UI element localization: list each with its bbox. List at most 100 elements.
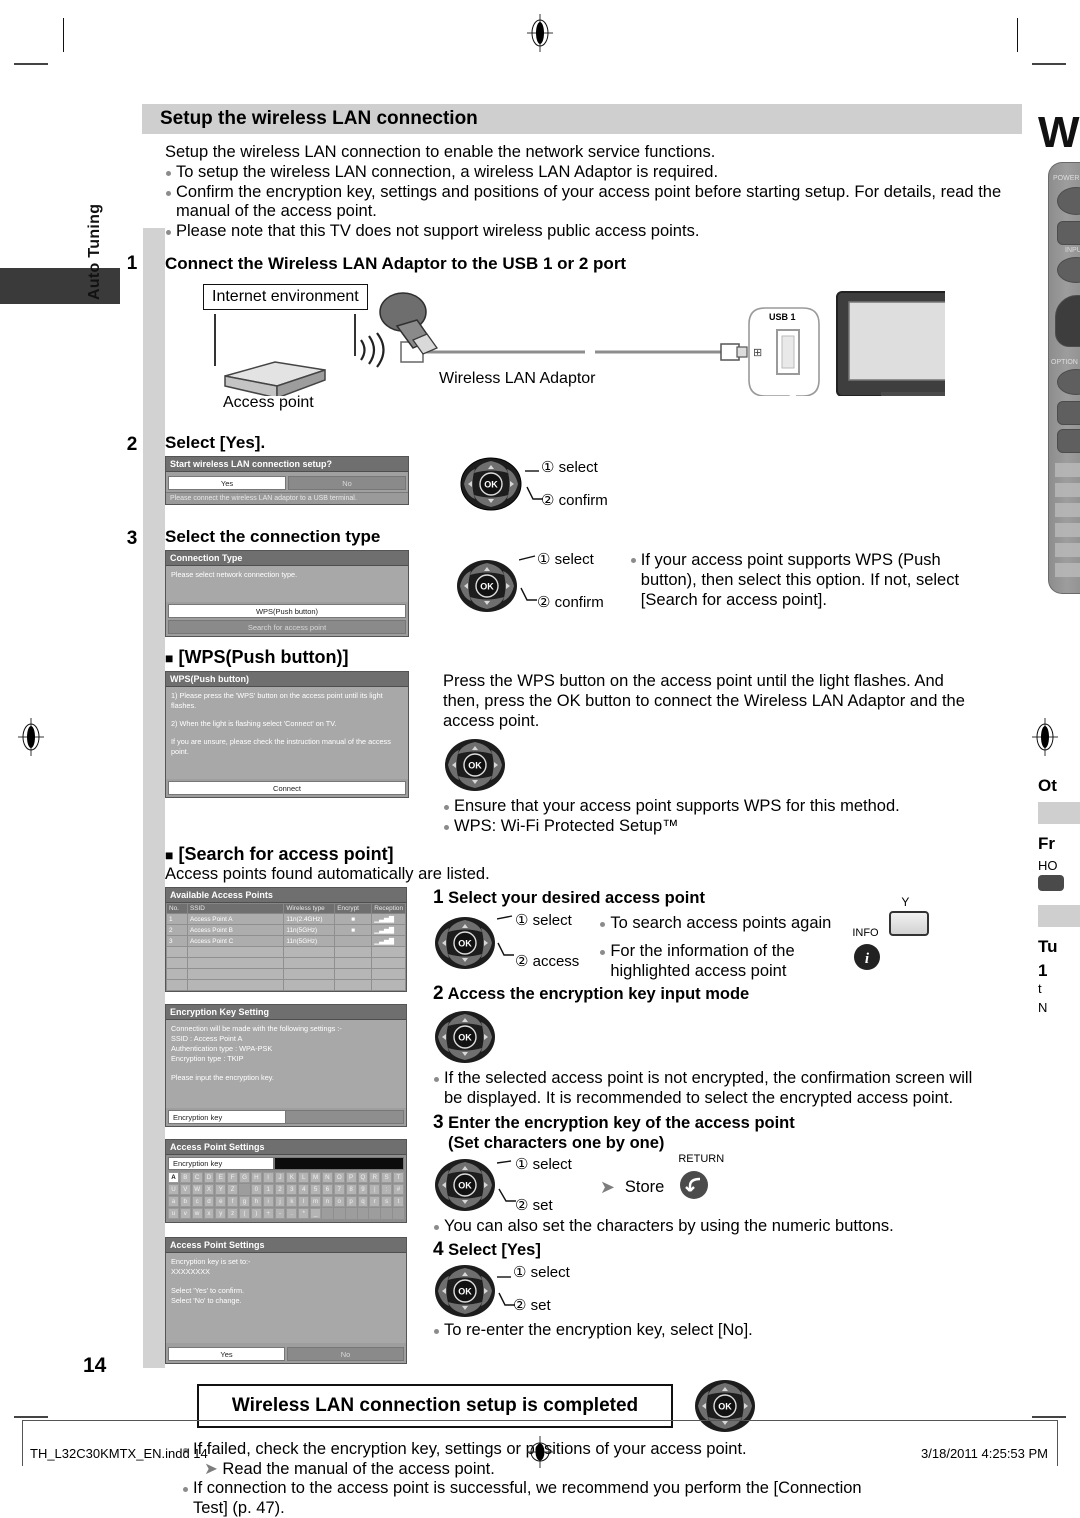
keyboard-key[interactable]: m xyxy=(310,1196,321,1207)
encryption-key-field-label[interactable]: Encryption key xyxy=(168,1110,286,1124)
keyboard-row[interactable]: U V W X Y Z 0 1 2 3 4 5 6 7 8 9 |: # xyxy=(168,1184,404,1195)
osd-option-search[interactable]: Search for access point xyxy=(168,620,406,634)
signal-icon: ▁▃▅▇ xyxy=(371,924,406,936)
keyboard-key[interactable]: 6 xyxy=(321,1184,333,1195)
keyboard-key[interactable]: ( xyxy=(239,1208,250,1219)
keyboard-key[interactable]: A xyxy=(168,1172,179,1183)
substep-1-note-1: To search access points again xyxy=(599,914,885,934)
keyboard-key[interactable]: o xyxy=(333,1196,345,1207)
keyboard-key[interactable]: 9 xyxy=(357,1184,369,1195)
keyboard-key[interactable]: # xyxy=(393,1184,404,1195)
keyboard-key[interactable]: V xyxy=(179,1184,191,1195)
keyboard-key[interactable]: Z xyxy=(227,1184,239,1195)
keyboard-key[interactable]: I xyxy=(262,1172,274,1183)
keyboard-key[interactable]: Y xyxy=(215,1184,227,1195)
keyboard-key[interactable]: T xyxy=(393,1172,404,1183)
keyboard-key[interactable]: R xyxy=(369,1172,381,1183)
keyboard-key[interactable]: i xyxy=(262,1196,274,1207)
keyboard-key[interactable]: x xyxy=(203,1208,215,1219)
keyboard-key[interactable]: Q xyxy=(357,1172,369,1183)
table-row[interactable]: 2 Access Point B 11n(5GHz) ■ ▁▃▅▇ xyxy=(166,924,406,936)
keyboard-key[interactable]: ) xyxy=(250,1208,262,1219)
keyboard-key[interactable]: P xyxy=(345,1172,357,1183)
keyboard-key[interactable]: O xyxy=(333,1172,345,1183)
info-button-icon: INFO i xyxy=(852,927,882,977)
table-row[interactable]: 1 Access Point A 11n(2.4GHz) ■ ▁▃▅▇ xyxy=(166,913,406,925)
osd-option-wps[interactable]: WPS(Push button) xyxy=(168,604,406,618)
keyboard-key[interactable]: u xyxy=(168,1208,179,1219)
keyboard-key[interactable]: 2 xyxy=(274,1184,286,1195)
osd-yes-button[interactable]: Yes xyxy=(168,476,286,490)
keyboard-key[interactable]: S xyxy=(381,1172,393,1183)
keyboard-key[interactable]: k xyxy=(286,1196,298,1207)
keyboard-key[interactable]: H xyxy=(250,1172,262,1183)
keyboard-key[interactable]: q xyxy=(357,1196,369,1207)
keyboard-key[interactable]: s xyxy=(381,1196,393,1207)
keyboard-rows[interactable]: A B C D E F G H I J K L M N O P Q R S T U V W X Y Z 0 1 2 3 4 5 6 7 8 9 |: # a… xyxy=(168,1172,404,1219)
osd-connect-button[interactable]: Connect xyxy=(168,781,406,795)
confirm-no-button[interactable]: No xyxy=(287,1347,404,1361)
keyboard-key[interactable]: L xyxy=(298,1172,310,1183)
keyboard-key[interactable]: W xyxy=(191,1184,203,1195)
keyboard-key[interactable]: b xyxy=(179,1196,191,1207)
keyboard-row[interactable]: abcdefghijklmnopqrst xyxy=(168,1196,404,1207)
keyboard-key[interactable]: N xyxy=(321,1172,333,1183)
keyboard-key[interactable]: j xyxy=(274,1196,286,1207)
keyboard-key[interactable]: K xyxy=(286,1172,298,1183)
keyboard-key[interactable]: B xyxy=(179,1172,191,1183)
keyboard-key[interactable]: r xyxy=(369,1196,381,1207)
keyboard-key[interactable]: G xyxy=(239,1172,250,1183)
keyboard-key[interactable]: n xyxy=(321,1196,333,1207)
keyboard-key[interactable]: M xyxy=(310,1172,321,1183)
keyboard-key[interactable]: z xyxy=(227,1208,239,1219)
keyboard-key[interactable]: . xyxy=(286,1208,298,1219)
table-row[interactable]: 3 Access Point C 11n(5GHz) ▁▃▅▇ xyxy=(166,935,406,947)
keyboard-key[interactable]: e xyxy=(215,1196,227,1207)
keyboard-key[interactable]: g xyxy=(239,1196,250,1207)
keyboard-key[interactable]: t xyxy=(393,1196,404,1207)
keyboard-key[interactable]: w xyxy=(191,1208,203,1219)
keyboard-key[interactable]: 5 xyxy=(310,1184,321,1195)
keyboard-key[interactable]: * xyxy=(298,1208,310,1219)
keyboard-key[interactable]: _ xyxy=(310,1208,321,1219)
keyboard-input-row[interactable]: Encryption key xyxy=(168,1157,404,1170)
keyboard-key[interactable]: 4 xyxy=(298,1184,310,1195)
table-row-empty xyxy=(166,957,406,969)
keyboard-key[interactable]: - xyxy=(274,1208,286,1219)
keyboard-key[interactable]: f xyxy=(227,1196,239,1207)
keyboard-key[interactable]: h xyxy=(250,1196,262,1207)
keyboard-key[interactable]: 0 xyxy=(250,1184,262,1195)
keyboard-key[interactable]: 3 xyxy=(286,1184,298,1195)
keyboard-key[interactable]: 8 xyxy=(345,1184,357,1195)
keyboard-key[interactable]: 1 xyxy=(262,1184,274,1195)
confirm-yes-button[interactable]: Yes xyxy=(168,1347,285,1361)
keyboard-key-blank xyxy=(345,1208,357,1219)
keyboard-input-field[interactable] xyxy=(274,1157,404,1170)
keyboard-key[interactable]: U xyxy=(168,1184,179,1195)
keyboard-key[interactable]: J xyxy=(274,1172,286,1183)
keyboard-key[interactable]: v xyxy=(179,1208,191,1219)
substep-3-number: 3 xyxy=(433,1112,444,1133)
keyboard-key[interactable]: X xyxy=(203,1184,215,1195)
osd-no-button[interactable]: No xyxy=(288,476,406,490)
substep-2-title: 2 Access the encryption key input mode xyxy=(433,983,750,1004)
keyboard-key[interactable]: p xyxy=(345,1196,357,1207)
keyboard-key[interactable]: y xyxy=(215,1208,227,1219)
keyboard-key[interactable]: F xyxy=(227,1172,239,1183)
keyboard-row[interactable]: u v w x y z() + -. * _ xyxy=(168,1208,404,1219)
svg-text:OK: OK xyxy=(718,1402,732,1412)
keyboard-key[interactable]: : xyxy=(381,1184,393,1195)
encryption-key-field-value[interactable] xyxy=(286,1110,404,1124)
keyboard-row[interactable]: ABCDEFGHIJKLMNOPQRST xyxy=(168,1172,404,1183)
keyboard-key[interactable]: + xyxy=(262,1208,274,1219)
osd-keyboard[interactable]: Encryption key ABCDEFGHIJKLMNOPQRSTUVWXY… xyxy=(166,1155,406,1222)
keyboard-key[interactable]: | xyxy=(369,1184,381,1195)
keyboard-key[interactable]: d xyxy=(203,1196,215,1207)
keyboard-key[interactable]: l xyxy=(298,1196,310,1207)
keyboard-key[interactable]: a xyxy=(168,1196,179,1207)
keyboard-key[interactable]: C xyxy=(191,1172,203,1183)
keyboard-key[interactable]: E xyxy=(215,1172,227,1183)
keyboard-key[interactable]: D xyxy=(203,1172,215,1183)
keyboard-key[interactable]: c xyxy=(191,1196,203,1207)
keyboard-key[interactable]: 7 xyxy=(333,1184,345,1195)
